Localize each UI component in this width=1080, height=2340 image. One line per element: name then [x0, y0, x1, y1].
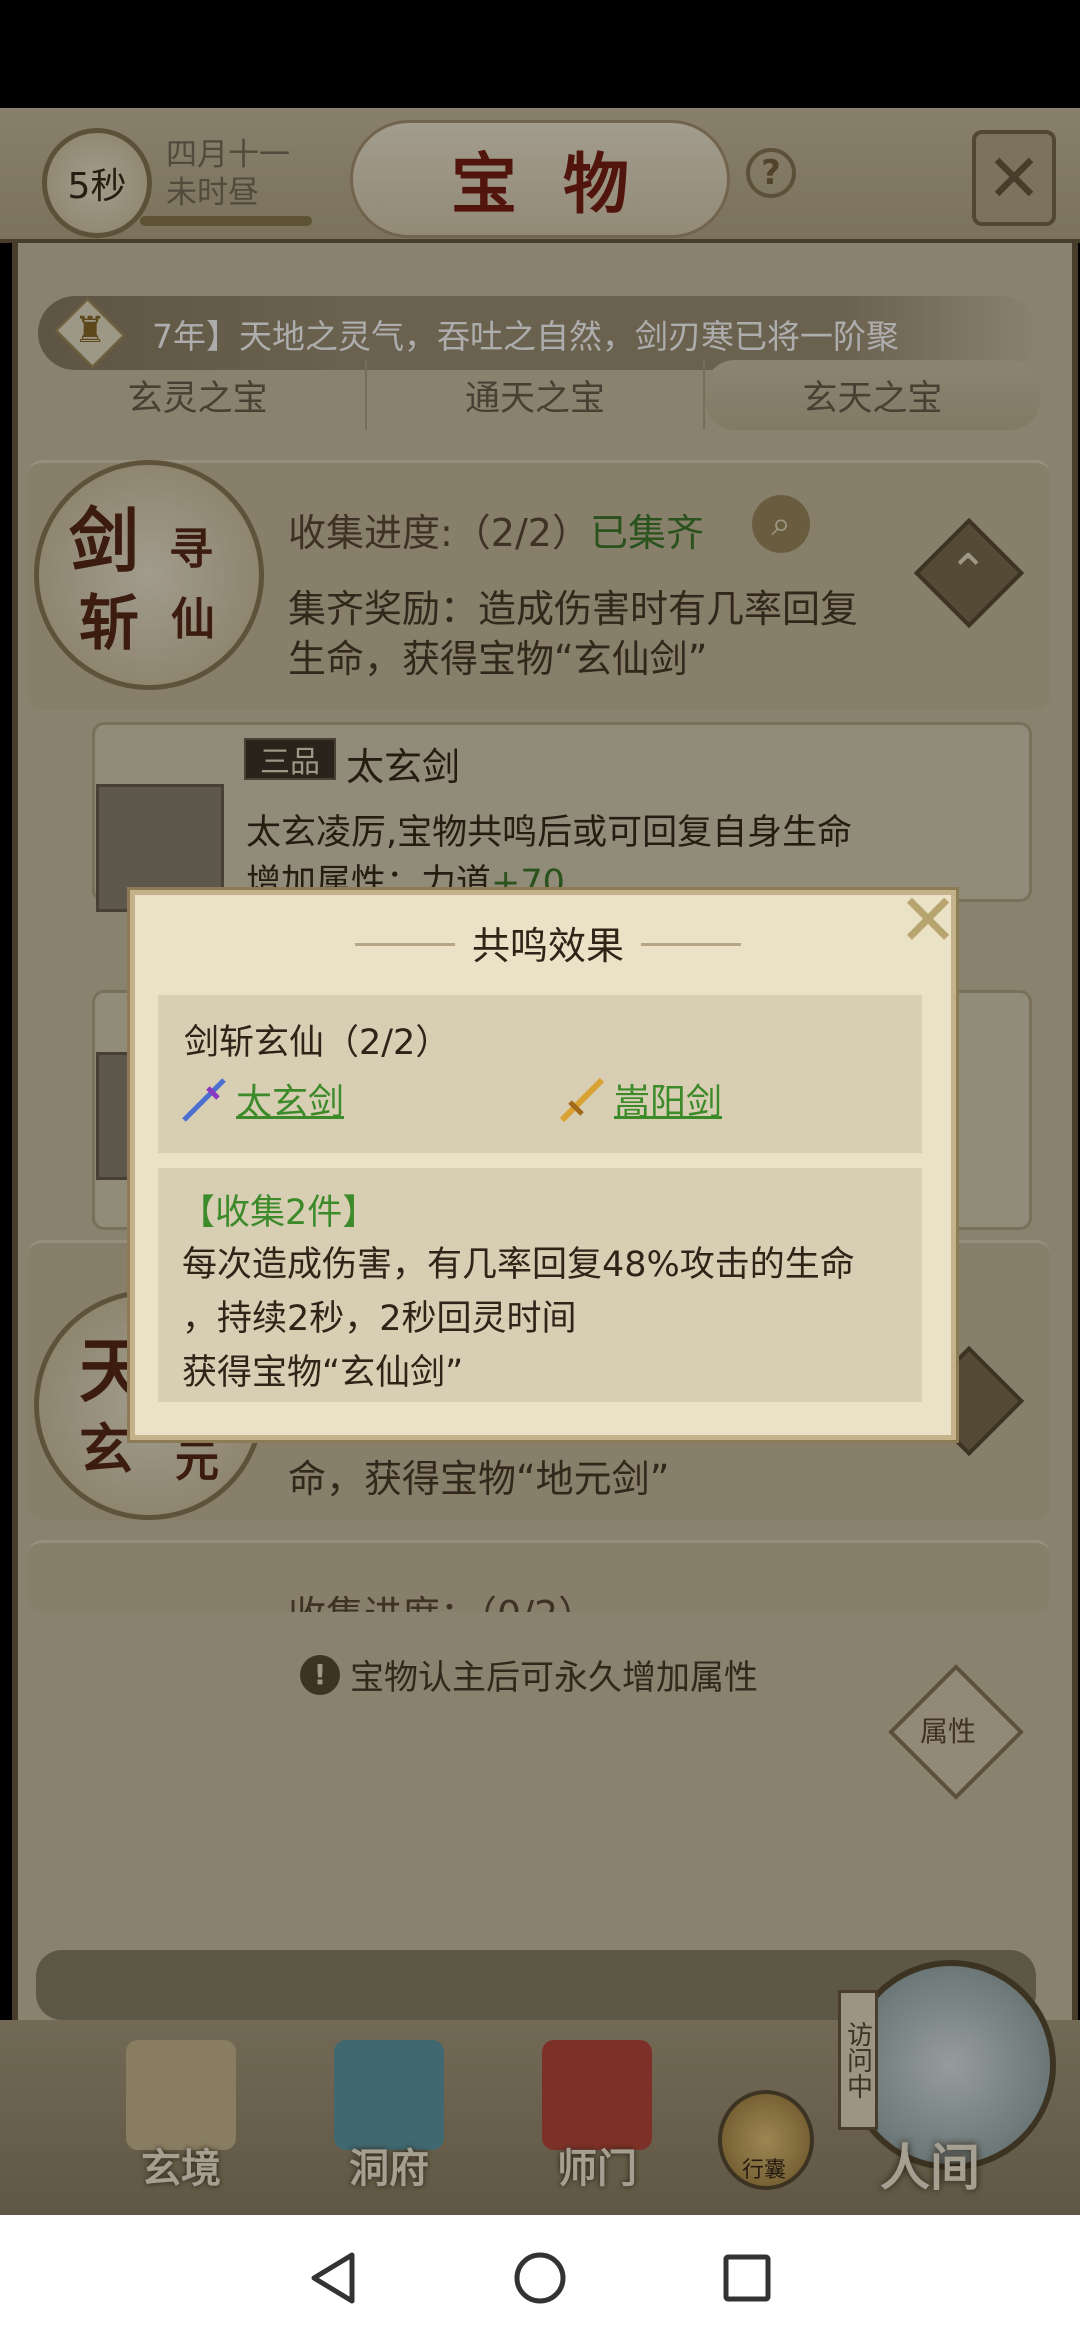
sword-name: 太玄剑 [236, 1082, 345, 1123]
back-triangle-icon [311, 2252, 355, 2303]
recents-square-icon [723, 2254, 771, 2301]
recents-button[interactable] [717, 2248, 777, 2308]
set-name: 剑斩玄仙（2/2） [184, 1023, 451, 1063]
effect-line: 获得宝物“玄仙剑” [182, 1353, 464, 1393]
gold-sword-icon [559, 1077, 605, 1123]
sword-name: 嵩阳剑 [614, 1082, 723, 1123]
close-icon[interactable]: ✕ [896, 878, 960, 962]
blue-sword-icon [182, 1078, 226, 1122]
popup-title: 共鸣效果 [471, 924, 624, 968]
game-screen: 5秒 四月十一 未时昼 宝物 ? ✕ ♜ 7年】天地之灵气，吞吐之自然，剑刃寒已… [0, 0, 1080, 2215]
effect-heading: 【收集2件】 [180, 1193, 378, 1233]
effect-line: 每次造成伤害，有几率回复48%攻击的生命 [182, 1245, 855, 1285]
system-nav-bar [0, 2215, 1080, 2340]
effect-line: ，持续2秒，2秒回灵时间 [182, 1299, 577, 1339]
sword-link-songyang[interactable]: 嵩阳剑 [556, 1072, 722, 1126]
home-circle-icon [514, 2252, 566, 2303]
sword-link-taixuan[interactable]: 太玄剑 [178, 1072, 344, 1126]
back-button[interactable] [303, 2248, 363, 2308]
home-button[interactable] [510, 2248, 570, 2308]
